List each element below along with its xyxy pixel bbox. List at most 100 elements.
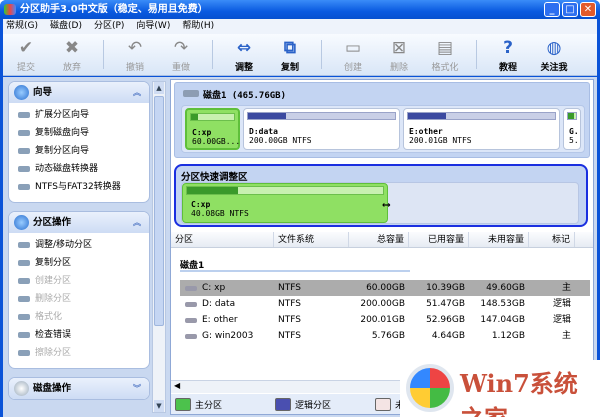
toolbar-button-undo[interactable]: ↶ 撤销 [112,34,158,75]
table-cell: G: win2003 [180,328,274,344]
toolbar-button-create-disk[interactable]: ▭ 创建 [330,34,376,75]
toolbar-separator [103,40,104,69]
partition-block[interactable]: E:other 200.01GB NTFS [403,108,560,150]
toolbar-button-help[interactable]: ? 教程 [485,34,531,75]
column-header[interactable]: 分区 [171,232,274,247]
close-button[interactable]: ✕ [580,2,596,17]
partition-op-item[interactable]: 删除分区 [9,290,149,308]
column-header[interactable]: 已用容量 [409,232,469,247]
delete-disk-icon: ⊠ [391,38,407,58]
title-bar: 分区助手3.0中文版（稳定、易用且免费） _ □ ✕ [0,0,600,19]
toolbar-button-format[interactable]: ▤ 格式化 [422,34,468,75]
scroll-down-arrow[interactable]: ▼ [154,400,164,412]
usage-fill [187,187,238,194]
cell-text: 200.00GB [360,299,405,309]
menu-general[interactable]: 常规(G) [6,19,38,34]
minimize-button[interactable]: _ [544,2,560,17]
table-cell: 147.04GB [469,312,529,328]
partition-op-item[interactable]: 复制分区 [9,254,149,272]
column-header[interactable]: 总容量 [349,232,409,247]
column-header[interactable]: 未用容量 [469,232,529,247]
toolbar-button-globe[interactable]: ◍ 关注我 [531,34,577,75]
cell-text: 5.76GB [371,331,405,341]
quick-resize-title: 分区快速调整区 [181,172,248,183]
sidebar-scrollbar[interactable]: ▲ ▼ [152,81,166,413]
wizard-item-label: 扩展分区向导 [35,110,90,120]
cell-text: 逻辑 [552,299,571,309]
toolbar-button-x[interactable]: ✖ 放弃 [49,34,95,75]
legend-item: 主分区 [175,397,267,411]
toolbar-button-label: 格式化 [431,63,459,73]
wizard-panel-header[interactable]: 向导 ︽ [9,82,149,103]
menu-disk[interactable]: 磁盘(D) [50,19,82,34]
toolbar-button-label: 放弃 [62,63,81,73]
table-row[interactable]: D: data NTFS 200.00GB 51.47GB 148.53GB 逻辑 [180,296,590,312]
partition-op-item[interactable]: 格式化 [9,308,149,326]
cell-text: NTFS [278,299,301,309]
table-cell: NTFS [274,312,349,328]
partition-op-item[interactable]: 创建分区 [9,272,149,290]
wizard-item-icon [18,166,30,172]
cell-text: 1.12GB [491,331,525,341]
partition-block[interactable]: C:xp 60.00GB... [185,108,240,150]
partition-op-item[interactable]: 调整/移动分区 [9,236,149,254]
menu-partition[interactable]: 分区(P) [94,19,124,34]
scroll-up-arrow[interactable]: ▲ [154,82,164,94]
toolbar-separator [476,40,477,69]
chevron-up-icon[interactable]: ︽ [133,82,141,103]
partition-op-label: 擦除分区 [35,348,72,358]
table-cell: 4.64GB [409,328,469,344]
partition-name: D:data [249,127,278,136]
table-cell: D: data [180,296,274,312]
partition-op-item[interactable]: 擦除分区 [9,344,149,362]
wizard-item-label: NTFS与FAT32转换器 [35,182,121,192]
scroll-thumb[interactable] [154,96,164,326]
globe-icon: ◍ [546,38,562,58]
resize-handle-icon[interactable]: ⟷ [383,198,390,211]
cell-text: NTFS [278,315,301,325]
partition-op-item[interactable]: 检查错误 [9,326,149,344]
partition-info: 200.01GB NTFS [409,136,472,145]
menu-help[interactable]: 帮助(H) [182,19,214,34]
table-row[interactable]: C: xp NTFS 60.00GB 10.39GB 49.60GB 主 [180,280,590,296]
toolbar-button-resize-disk[interactable]: ⇔ 调整 [221,34,267,75]
menu-wizard[interactable]: 向导(W) [136,19,170,34]
partition-op-label: 检查错误 [35,330,72,340]
chevron-down-icon[interactable]: ︾ [133,378,141,399]
wizard-item[interactable]: 复制磁盘向导 [9,124,149,142]
table-cell: NTFS [274,280,349,296]
column-header[interactable]: 标记 [529,232,575,247]
partition-block[interactable]: G. 5. [563,108,581,150]
wizard-item[interactable]: 动态磁盘转换器 [9,160,149,178]
toolbar-button-copy-disk[interactable]: ⧉ 复制 [267,34,313,75]
partition-ops-header[interactable]: 分区操作 ︽ [9,212,149,233]
partition-block[interactable]: D:data 200.00GB NTFS [243,108,400,150]
wizard-item[interactable]: 复制分区向导 [9,142,149,160]
disk-ops-header[interactable]: 磁盘操作 ︾ [9,378,149,399]
usage-bar [247,112,396,120]
cell-text: 147.04GB [480,315,525,325]
table-cell: 60.00GB [349,280,409,296]
resize-partition-block[interactable]: C:xp 40.08GB NTFS ⟷ [182,183,390,223]
wizard-item[interactable]: NTFS与FAT32转换器 [9,178,149,196]
usage-fill [568,113,575,119]
wizard-item-label: 复制分区向导 [35,146,90,156]
cell-text: 60.00GB [366,283,405,293]
maximize-button[interactable]: □ [562,2,578,17]
redo-icon: ↷ [173,38,189,58]
table-row[interactable]: G: win2003 NTFS 5.76GB 4.64GB 1.12GB 主 [180,328,590,344]
toolbar-button-redo[interactable]: ↷ 重做 [158,34,204,75]
x-icon: ✖ [64,38,80,58]
wizard-item-icon [18,184,30,190]
wizard-item[interactable]: 扩展分区向导 [9,106,149,124]
cell-text: E: other [202,315,238,325]
table-row[interactable]: E: other NTFS 200.01GB 52.96GB 147.04GB 逻辑 [180,312,590,328]
resize-track[interactable]: C:xp 40.08GB NTFS ⟷ [181,182,579,224]
chevron-up-icon[interactable]: ︽ [133,212,141,233]
toolbar-button-check[interactable]: ✔ 提交 [3,34,49,75]
partition-op-label: 删除分区 [35,294,72,304]
undo-icon: ↶ [127,38,143,58]
table-cell: 5.76GB [349,328,409,344]
column-header[interactable]: 文件系统 [274,232,349,247]
toolbar-button-delete-disk[interactable]: ⊠ 删除 [376,34,422,75]
